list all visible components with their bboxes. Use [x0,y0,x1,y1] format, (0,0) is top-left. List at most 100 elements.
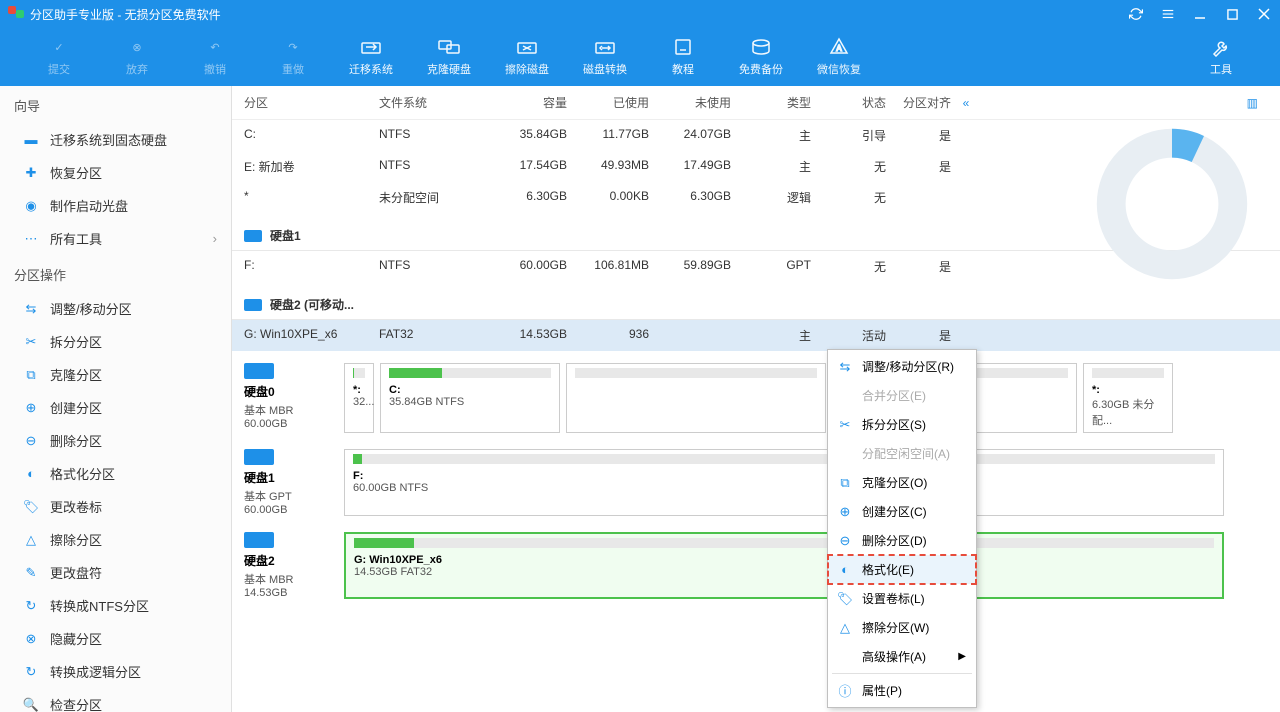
sidebar-item-hide[interactable]: ⊗隐藏分区 [0,622,231,655]
menu-split[interactable]: ✂拆分分区(S) [828,410,976,439]
disk-info[interactable]: 硬盘2基本 MBR14.53GB [244,532,334,599]
menu-icon[interactable] [1160,6,1176,22]
tutorial-button[interactable]: 教程 [644,37,722,77]
col-free[interactable]: 未使用 [649,94,731,111]
tools-button[interactable]: 工具 [1182,37,1260,77]
menu-wipe[interactable]: △擦除分区(W) [828,613,976,642]
menu-merge: 合并分区(E) [828,381,976,410]
backup-button[interactable]: 免费备份 [722,37,800,77]
app-title: 分区助手专业版 - 无损分区免费软件 [30,6,1128,23]
redo-button[interactable]: ↷重做 [254,37,332,77]
wizard-section-title: 向导 [0,86,231,123]
col-filesystem[interactable]: 文件系统 [379,94,489,111]
migrate-button[interactable]: 迁移系统 [332,37,410,77]
cancel-icon: ⊗ [125,37,149,57]
sidebar-item-wipe[interactable]: △擦除分区 [0,523,231,556]
view-toggle-icon[interactable]: ▥ [981,96,1268,110]
sidebar-item-check[interactable]: 🔍检查分区 [0,688,231,712]
disk-info[interactable]: 硬盘0基本 MBR60.00GB [244,363,334,433]
minimize-icon[interactable] [1192,6,1208,22]
sidebar-item-split[interactable]: ✂拆分分区 [0,325,231,358]
sidebar-item-recover[interactable]: ✚恢复分区 [0,156,231,189]
wrench-icon [1209,37,1233,57]
svg-text:A: A [836,44,842,53]
sidebar-item-bootdisk[interactable]: ◉制作启动光盘 [0,189,231,222]
tag-icon: 🏷 [22,498,40,516]
wipe-icon [515,37,539,57]
maximize-icon[interactable] [1224,6,1240,22]
partition-block[interactable] [566,363,826,433]
discard-button[interactable]: ⊗放弃 [98,37,176,77]
resize-icon: ⇆ [836,359,854,375]
partition-block[interactable]: G: Win10XPE_x614.53GB FAT32 [344,532,1224,599]
partition-block[interactable]: *:6.30GB 未分配... [1083,363,1173,433]
info-icon: ⓘ [836,683,854,699]
col-align[interactable]: 分区对齐 [886,94,951,111]
convert-icon [593,37,617,57]
col-type[interactable]: 类型 [731,94,811,111]
book-icon [671,37,695,57]
disk-info[interactable]: 硬盘1基本 GPT60.00GB [244,449,334,516]
col-capacity[interactable]: 容量 [489,94,567,111]
usage-donut-chart [1092,124,1252,284]
disc-icon: ◉ [22,197,40,215]
redo-icon: ↷ [281,37,305,57]
commit-button[interactable]: ✓提交 [20,37,98,77]
menu-resize[interactable]: ⇆调整/移动分区(R) [828,352,976,381]
refresh-icon[interactable] [1128,6,1144,22]
disk-row: 硬盘0基本 MBR60.00GB *:32... C:35.84GB NTFS … [244,363,1268,433]
chevron-right-icon: › [213,231,217,246]
wechat-button[interactable]: A微信恢复 [800,37,878,77]
clone-button[interactable]: 克隆硬盘 [410,37,488,77]
clone-part-icon: ⧉ [22,366,40,384]
partition-block[interactable]: F:60.00GB NTFS [344,449,1224,516]
menu-properties[interactable]: ⓘ属性(P) [828,676,976,705]
create-icon: ⊕ [836,504,854,520]
sidebar-item-resize[interactable]: ⇆调整/移动分区 [0,292,231,325]
undo-icon: ↶ [203,37,227,57]
sidebar-item-letter[interactable]: ✎更改盘符 [0,556,231,589]
sidebar-item-delete[interactable]: ⊖删除分区 [0,424,231,457]
menu-clone[interactable]: ⧉克隆分区(O) [828,468,976,497]
collapse-columns-button[interactable]: « [951,96,981,110]
wipe-button[interactable]: 擦除磁盘 [488,37,566,77]
col-partition[interactable]: 分区 [244,94,379,111]
menu-advanced[interactable]: 高级操作(A)▶ [828,642,976,671]
backup-icon [749,37,773,57]
hide-icon: ⊗ [22,630,40,648]
menu-delete[interactable]: ⊖删除分区(D) [828,526,976,555]
partition-block[interactable]: C:35.84GB NTFS [380,363,560,433]
sidebar-item-migrate-ssd[interactable]: ▬迁移系统到固态硬盘 [0,123,231,156]
delete-icon: ⊖ [836,533,854,549]
sidebar-item-create[interactable]: ⊕创建分区 [0,391,231,424]
chevron-right-icon: ▶ [958,651,966,662]
sidebar-item-clone[interactable]: ⧉克隆分区 [0,358,231,391]
disk2-header[interactable]: 硬盘2 (可移动... [232,286,1280,320]
eraser-icon: △ [22,531,40,549]
wechat-icon: A [827,37,851,57]
sidebar-item-to-ntfs[interactable]: ↻转换成NTFS分区 [0,589,231,622]
clone-icon: ⧉ [836,475,854,491]
sidebar-item-format[interactable]: ◐格式化分区 [0,457,231,490]
disk-visual-area: 硬盘0基本 MBR60.00GB *:32... C:35.84GB NTFS … [232,351,1280,611]
col-status[interactable]: 状态 [811,94,886,111]
table-row[interactable]: G: Win10XPE_x6FAT32 14.53GB936 主 活动是 [232,320,1280,351]
undo-button[interactable]: ↶撤销 [176,37,254,77]
menu-alloc: 分配空闲空间(A) [828,439,976,468]
partition-block[interactable]: *:32... [344,363,374,433]
delete-icon: ⊖ [22,432,40,450]
menu-label[interactable]: 🏷设置卷标(L) [828,584,976,613]
sidebar-item-to-logical[interactable]: ↻转换成逻辑分区 [0,655,231,688]
close-icon[interactable] [1256,6,1272,22]
titlebar: 分区助手专业版 - 无损分区免费软件 [0,0,1280,28]
recover-icon: ✚ [22,164,40,182]
menu-create[interactable]: ⊕创建分区(C) [828,497,976,526]
disk-icon [244,230,262,242]
sidebar-item-all-tools[interactable]: ⋯所有工具› [0,222,231,255]
convert-button[interactable]: 磁盘转换 [566,37,644,77]
content-area: 分区 文件系统 容量 已使用 未使用 类型 状态 分区对齐 « ▥ C:NTFS… [232,86,1280,712]
sidebar-item-label[interactable]: 🏷更改卷标 [0,490,231,523]
format-icon: ◐ [22,465,40,483]
col-used[interactable]: 已使用 [567,94,649,111]
menu-format[interactable]: ◐格式化(E) [828,555,976,584]
